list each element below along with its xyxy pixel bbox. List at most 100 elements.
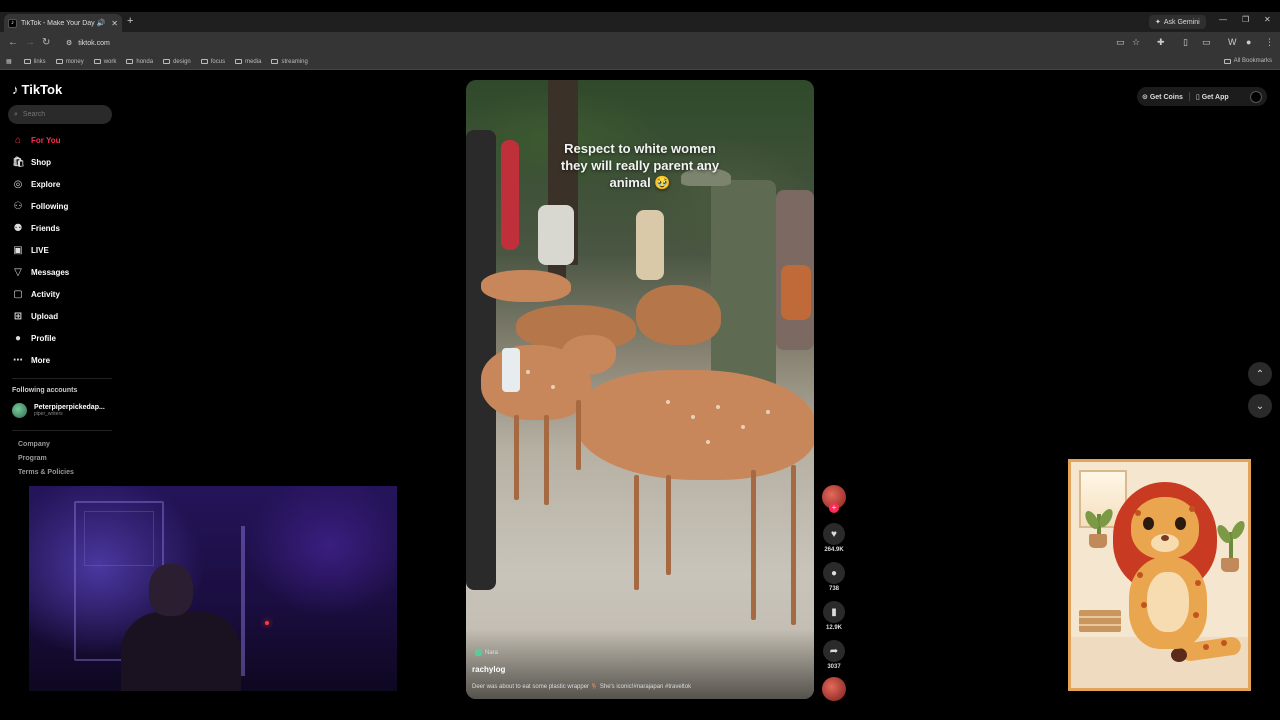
eye [1143, 517, 1154, 530]
share-icon[interactable]: ➦ [823, 640, 845, 662]
account-handle: piper_writers [34, 411, 63, 417]
bookmark-links[interactable]: links [23, 59, 46, 65]
profile-avatar-icon[interactable]: ● [1246, 37, 1251, 47]
get-app-button[interactable]: ▯ Get App [1196, 93, 1229, 101]
bookmarks-bar: ▦ links money work honda design focus me… [0, 54, 1280, 70]
nav-for-you[interactable]: ⌂ For You [12, 133, 61, 147]
previous-video-button[interactable]: ⌃ [1248, 362, 1272, 386]
nav-more[interactable]: ⋯ More [12, 353, 50, 367]
search-input[interactable] [22, 111, 103, 118]
browser-tab[interactable]: ♪ TikTok - Make Your Day 🔊 ✕ [4, 14, 122, 32]
folder-icon [271, 59, 279, 64]
nav-shop[interactable]: 🛍 Shop [12, 155, 51, 169]
bookmark-streaming[interactable]: streaming [271, 59, 308, 65]
streamer-body [121, 612, 241, 691]
phone-icon: ▯ [1195, 93, 1200, 101]
nav-friends[interactable]: ⚉ Friends [12, 221, 60, 235]
door-panel [84, 511, 154, 566]
video-author[interactable]: rachylog [472, 665, 505, 674]
bookmark-focus[interactable]: focus [200, 59, 225, 65]
red-light [265, 621, 269, 625]
back-icon[interactable]: ← [8, 37, 18, 48]
save-action[interactable]: ▮ 12.9K [822, 601, 846, 631]
restore-icon[interactable]: ❐ [1242, 15, 1249, 24]
footer-company[interactable]: Company [18, 441, 50, 448]
close-window-icon[interactable]: ✕ [1264, 15, 1271, 24]
footer-program[interactable]: Program [18, 455, 47, 462]
bookmark-star-icon[interactable]: ☆ [1132, 37, 1140, 48]
tiktok-logo[interactable]: ♪ TikTok [12, 82, 62, 97]
new-tab-button[interactable]: + [127, 15, 133, 27]
bookmark-money[interactable]: money [55, 59, 84, 65]
like-count: 264.9K [824, 547, 844, 553]
share-action[interactable]: ➦ 3037 [822, 640, 846, 670]
nav-activity[interactable]: ▢ Activity [12, 287, 60, 301]
like-action[interactable]: ♥ 264.9K [822, 523, 846, 553]
next-video-button[interactable]: ⌄ [1248, 394, 1272, 418]
ask-gemini-button[interactable]: ✦ Ask Gemini [1149, 15, 1206, 29]
creator-avatar[interactable]: + [822, 485, 846, 513]
sidepanel-icon[interactable]: ▯ [1183, 37, 1188, 48]
nav-profile[interactable]: ● Profile [12, 331, 56, 345]
deer-spot [716, 405, 720, 409]
menu-dots-icon[interactable]: ⋮ [1265, 37, 1274, 48]
video-description: Deer was about to eat some plastic wrapp… [472, 684, 692, 690]
deer-leg [544, 415, 549, 505]
music-disc-avatar[interactable] [822, 677, 846, 701]
spot [1195, 580, 1201, 586]
forward-icon[interactable]: → [25, 37, 35, 48]
sidebar-divider [12, 430, 112, 431]
spot [1203, 644, 1209, 650]
plant-pot [1221, 558, 1239, 572]
deer-spot [551, 385, 555, 389]
get-coins-button[interactable]: ⊙ Get Coins [1142, 93, 1183, 101]
webcam-overlay [29, 486, 397, 691]
site-info-icon[interactable]: ⚙ [66, 39, 72, 47]
screen-icon[interactable]: ▭ [1202, 37, 1211, 48]
tab-title: TikTok - Make Your Day [21, 19, 95, 27]
apps-grid-icon[interactable]: ▦ [6, 58, 12, 65]
eye [1175, 517, 1186, 530]
close-tab-icon[interactable]: ✕ [111, 19, 118, 28]
bookmark-icon[interactable]: ▮ [823, 601, 845, 623]
extension-w-icon[interactable]: W [1228, 37, 1237, 47]
chevron-up-icon: ⌃ [1255, 368, 1265, 380]
browser-toolbar: ← → ↻ ⚙ tiktok.com ▭ ☆ ✚ ▯ ▭ W ● ⋮ [0, 32, 1280, 54]
nav-live[interactable]: ▣ LIVE [12, 243, 49, 257]
nav-explore[interactable]: ◎ Explore [12, 177, 61, 191]
orange-bag [781, 265, 811, 320]
footer-terms[interactable]: Terms & Policies [18, 469, 74, 476]
chevron-down-icon: ⌄ [1255, 400, 1265, 412]
user-avatar[interactable] [1250, 90, 1262, 103]
cast-icon[interactable]: ▭ [1116, 37, 1125, 48]
bookmark-media[interactable]: media [235, 59, 261, 65]
video-player[interactable]: Respect to white women they will really … [466, 80, 814, 699]
speaker-icon[interactable]: 🔊 [97, 19, 106, 27]
comment-action[interactable]: ● 738 [822, 562, 846, 592]
bookmark-design[interactable]: design [163, 59, 191, 65]
extensions-icon[interactable]: ✚ [1157, 37, 1165, 48]
spot [1135, 510, 1141, 516]
deer-leg [514, 415, 519, 500]
all-bookmarks[interactable]: All Bookmarks [1223, 58, 1272, 64]
folder-icon [23, 59, 31, 64]
bookmark-honda[interactable]: honda [126, 59, 153, 65]
location-tag[interactable]: Nara [475, 649, 498, 656]
minimize-icon[interactable]: — [1219, 15, 1227, 24]
address-bar[interactable]: ⚙ tiktok.com [58, 35, 1138, 51]
nav-messages[interactable]: ▽ Messages [12, 265, 69, 279]
spot [1221, 640, 1227, 646]
follow-plus-icon[interactable]: + [829, 503, 839, 513]
following-account-item[interactable]: Peterpiperpickedap... piper_writers [12, 403, 105, 418]
bookmark-work[interactable]: work [93, 59, 116, 65]
nav-following[interactable]: ⚇ Following [12, 199, 69, 213]
video-text-overlay: Respect to white women they will really … [560, 141, 720, 190]
reload-icon[interactable]: ↻ [42, 37, 50, 48]
plastic-bottle [502, 348, 520, 392]
tail-tip [1171, 648, 1187, 662]
nav-upload[interactable]: ⊞ Upload [12, 309, 58, 323]
spot [1189, 506, 1195, 512]
comment-icon[interactable]: ● [823, 562, 845, 584]
search-box[interactable]: ⌕ [8, 105, 112, 124]
heart-icon[interactable]: ♥ [823, 523, 845, 545]
